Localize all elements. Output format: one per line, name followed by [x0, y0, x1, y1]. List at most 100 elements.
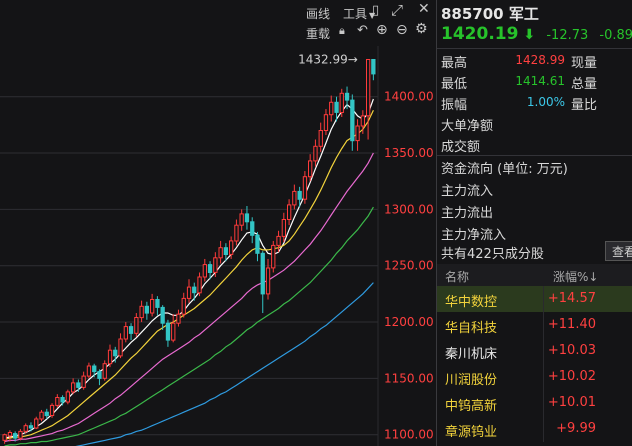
price-change-percent: -0.89%	[599, 28, 632, 43]
candlestick	[123, 322, 128, 343]
index-title: 885700 军工	[441, 5, 539, 23]
stock-name: 中钨高新	[445, 399, 498, 414]
candlestick	[150, 293, 155, 317]
amplitude-value: 1.00%	[526, 95, 565, 109]
table-row[interactable]: 章源钨业 +9.99	[437, 416, 632, 442]
y-tick-label: 1250.00	[384, 259, 434, 273]
y-tick-label: 1200.00	[384, 315, 434, 329]
candlestick	[86, 362, 92, 379]
column-separator	[543, 390, 544, 416]
view-button[interactable]: 查看	[605, 241, 632, 261]
chart-toolbar: 画线 工具 ▼ ▯ ⤢ ✕ 重载 🔒︎ ↶ ⊕ ⊖ ⚙	[0, 0, 436, 46]
main-outflow-label: 主力流出	[441, 206, 494, 221]
pin-icon[interactable]: ▯	[372, 3, 379, 18]
candlestick	[49, 403, 55, 418]
candlestick	[339, 88, 344, 117]
candlestick	[139, 300, 144, 323]
close-icon[interactable]: ✕	[418, 1, 430, 17]
candlestick	[308, 154, 313, 182]
high-marker-label: 1432.99→	[298, 53, 358, 67]
moving-average-line-1	[4, 98, 374, 439]
candlestick	[265, 258, 271, 300]
settings-gear-icon[interactable]: ⚙	[415, 21, 428, 37]
candlestick	[181, 292, 186, 318]
candlestick	[302, 171, 308, 204]
candlestick	[176, 309, 181, 327]
column-separator	[543, 416, 544, 442]
turnover-label: 成交额	[441, 140, 481, 155]
stock-change: +9.99	[556, 421, 596, 436]
tools-menu-button[interactable]: 工具 ▼	[343, 5, 375, 22]
candlestick	[39, 409, 44, 422]
big-order-net-label: 大单净额	[441, 119, 494, 134]
price-chart[interactable]: 1400.00 1350.00 1300.00 1250.00 1200.00 1150.…	[0, 46, 436, 446]
candlestick	[55, 394, 60, 408]
candlestick	[323, 109, 329, 136]
low-value: 1414.61	[515, 74, 565, 88]
candlestick	[71, 378, 76, 395]
candlestick	[255, 231, 260, 262]
column-header-name[interactable]: 名称	[445, 268, 469, 285]
column-separator	[543, 364, 544, 390]
total-volume-label: 总量	[571, 77, 598, 92]
column-separator	[543, 286, 544, 312]
fullscreen-icon[interactable]: ⤢	[391, 1, 403, 19]
candlestick	[97, 369, 102, 386]
stock-change: +11.40	[547, 317, 596, 332]
current-price: 1420.19	[441, 24, 519, 44]
stock-name: 华自科技	[445, 321, 498, 336]
table-row[interactable]: 秦川机床 +10.03	[437, 338, 632, 364]
down-arrow-icon: ⬇	[523, 27, 536, 43]
grid-lines	[0, 96, 378, 436]
candlestick	[192, 282, 197, 301]
table-row[interactable]: 中钨高新 +10.01	[437, 390, 632, 416]
zoom-in-icon[interactable]: ⊕	[376, 22, 388, 38]
capital-flow-header: 资金流向 (单位: 万元)	[441, 162, 568, 177]
constituent-bar: 共有422只成分股 查看	[437, 240, 632, 262]
undo-icon[interactable]: ↶	[357, 23, 368, 38]
stock-name: 川润股份	[445, 373, 498, 388]
reload-button[interactable]: 重载	[306, 25, 330, 42]
stock-change: +14.57	[547, 291, 596, 306]
candlestick	[281, 212, 287, 243]
candlestick	[107, 344, 113, 368]
y-tick-label: 1350.00	[384, 146, 434, 160]
column-separator	[543, 312, 544, 338]
table-row[interactable]: 川润股份 +10.02	[437, 364, 632, 390]
candlestick	[202, 258, 207, 282]
candlestick	[102, 360, 107, 381]
table-row[interactable]: 华中数控 +14.57	[437, 286, 632, 312]
column-separator	[543, 338, 544, 364]
y-axis: 1400.00 1350.00 1300.00 1250.00 1200.00 1150.…	[377, 46, 434, 446]
candlestick	[313, 139, 318, 167]
candlestick	[350, 94, 355, 151]
quote-line: 1420.19 ⬇ -12.73 -0.89%	[441, 24, 632, 44]
stock-change: +10.03	[547, 343, 596, 358]
draw-line-button[interactable]: 画线	[306, 5, 330, 22]
current-volume-label: 现量	[571, 56, 598, 71]
separator	[437, 155, 632, 156]
table-row[interactable]: 华自科技 +11.40	[437, 312, 632, 338]
candlestick	[128, 323, 134, 341]
zoom-out-icon[interactable]: ⊖	[396, 22, 408, 38]
candlestick	[34, 416, 39, 430]
high-value: 1428.99	[515, 53, 565, 67]
candlestick	[155, 296, 160, 316]
candlestick	[239, 209, 244, 231]
moving-average-lines	[4, 98, 374, 446]
candlestick	[287, 199, 292, 226]
column-header-change[interactable]: 涨幅%↓	[553, 268, 598, 285]
y-tick-label: 1300.00	[384, 202, 434, 216]
candlesticks	[2, 59, 376, 444]
candlestick	[250, 217, 255, 244]
chart-area[interactable]: 画线 工具 ▼ ▯ ⤢ ✕ 重载 🔒︎ ↶ ⊕ ⊖ ⚙ 1400.00 1350.0…	[0, 0, 436, 446]
main-inflow-label: 主力流入	[441, 184, 494, 199]
candlestick	[134, 313, 139, 337]
candlestick	[260, 251, 265, 314]
stock-name: 秦川机床	[445, 347, 498, 362]
moving-average-line-5	[75, 282, 374, 446]
candlestick	[160, 305, 165, 330]
candlestick	[371, 59, 376, 81]
lock-icon[interactable]: 🔒︎	[339, 24, 345, 38]
y-tick-label: 1400.00	[384, 90, 434, 104]
